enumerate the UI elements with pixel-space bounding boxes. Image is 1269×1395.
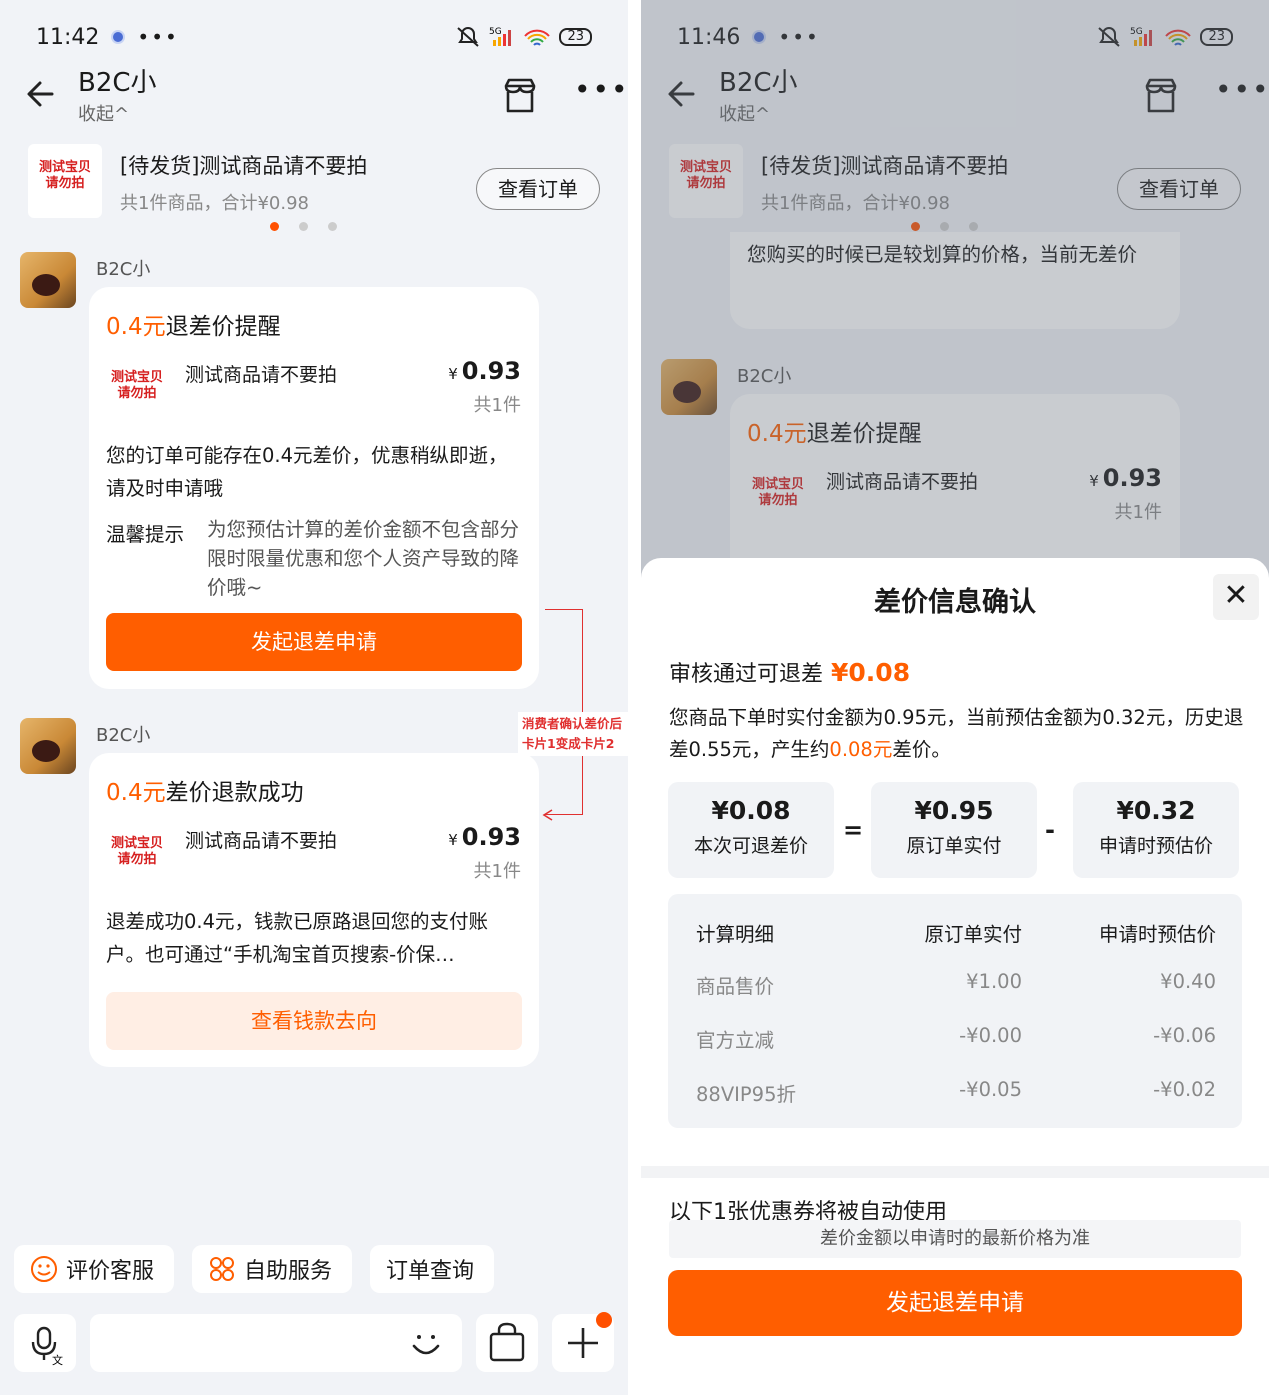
mute-icon — [457, 27, 480, 47]
refund-description: 您商品下单时实付金额为0.95元，当前预估金额为0.32元，历史退差0.55元，… — [669, 706, 1244, 761]
rate-service-button[interactable]: 评价客服 — [14, 1245, 174, 1293]
view-order-button[interactable]: 查看订单 — [476, 168, 600, 210]
product-name: 测试商品请不要拍 — [185, 830, 338, 852]
quick-label: 自助服务 — [244, 1259, 333, 1284]
product-price: ¥0.93 — [448, 823, 521, 851]
minus-sign: - — [1045, 816, 1055, 844]
smile-icon — [31, 1256, 57, 1282]
close-icon[interactable]: ✕ — [1213, 574, 1259, 620]
card-message: 退差成功0.4元，钱款已原路退回您的支付账户。也可通过“手机淘宝首页搜索-价保… — [106, 910, 489, 966]
svg-text:文: 文 — [52, 1353, 63, 1367]
price-hint: 差价金额以申请时的最新价格为准 — [669, 1220, 1241, 1258]
refund-reminder-card: 0.4元退差价提醒 测试宝贝 请勿拍 测试商品请不要拍 ¥0.93 共1件 您的… — [89, 287, 539, 689]
shopping-bag-icon — [489, 1322, 525, 1362]
sheet-title: 差价信息确认 — [874, 587, 1036, 618]
quick-label: 订单查询 — [386, 1259, 475, 1284]
svg-text:5G: 5G — [489, 27, 502, 37]
section-divider — [641, 1166, 1269, 1178]
tip-text: 为您预估计算的差价金额不包含部分限时限量优惠和您个人资产导致的降价哦~ — [207, 518, 520, 599]
card-title: 0.4元退差价提醒 — [106, 314, 281, 340]
status-bar: 11:42 ••• 5G 23 — [36, 22, 592, 52]
nav-bar: B2C小 收起^ ••• — [0, 60, 628, 130]
card-title: 0.4元差价退款成功 — [106, 780, 304, 806]
battery-icon: 23 — [559, 28, 592, 46]
approved-refund-heading: 审核通过可退差 ¥0.08 — [669, 658, 911, 687]
shop-button[interactable] — [476, 1314, 538, 1372]
product-thumbnail: 测试宝贝 请勿拍 — [110, 836, 163, 867]
back-arrow-icon[interactable] — [22, 74, 62, 114]
quick-label: 评价客服 — [66, 1259, 155, 1284]
table-row: 88VIP95折 -¥0.05 -¥0.02 — [696, 1078, 1216, 1106]
order-thumbnail: 测试宝贝 请勿拍 — [28, 144, 102, 218]
product-name: 测试商品请不要拍 — [185, 364, 338, 386]
store-icon[interactable] — [500, 76, 540, 116]
table-header: 计算明细 原订单实付 申请时预估价 — [696, 923, 1216, 946]
product-count: 共1件 — [473, 861, 521, 882]
wifi-icon — [524, 29, 551, 46]
avatar[interactable] — [20, 252, 76, 308]
arrow-head-icon — [542, 809, 553, 821]
self-service-button[interactable]: 自助服务 — [192, 1245, 352, 1293]
annotation-note: 消费者确认差价后卡片1变成卡片2 — [518, 712, 638, 756]
refundable-amount-box: ¥0.08 本次可退差价 — [668, 782, 834, 878]
avatar[interactable] — [20, 718, 76, 774]
collapse-toggle[interactable]: 收起^ — [78, 100, 129, 126]
product-price: ¥0.93 — [448, 357, 521, 385]
carousel-dots — [270, 222, 337, 231]
left-screen: 11:42 ••• 5G 23 B2C小 收起^ ••• 测试宝贝 请勿拍 [待… — [0, 0, 628, 1395]
refund-success-card: 0.4元差价退款成功 测试宝贝 请勿拍 测试商品请不要拍 ¥0.93 共1件 退… — [89, 753, 539, 1067]
order-title: [待发货]测试商品请不要拍 — [120, 154, 368, 178]
calculation-table: 计算明细 原订单实付 申请时预估价 商品售价 ¥1.00 ¥0.40 官方立减 -¥0.0… — [668, 894, 1242, 1128]
grid-icon — [210, 1257, 234, 1281]
emoji-icon[interactable] — [406, 1324, 446, 1364]
chat-title: B2C小 — [78, 68, 157, 98]
apply-refund-button[interactable]: 发起退差申请 — [106, 613, 522, 671]
product-thumbnail: 测试宝贝 请勿拍 — [110, 370, 163, 401]
more-dots-icon: ••• — [137, 25, 179, 49]
signal-icon: 5G — [489, 27, 512, 46]
price-diff-confirm-sheet: 差价信息确认 ✕ 审核通过可退差 ¥0.08 您商品下单时实付金额为0.95元，当… — [641, 558, 1269, 1395]
order-query-button[interactable]: 订单查询 — [370, 1245, 494, 1293]
table-row: 官方立减 -¥0.00 -¥0.06 — [696, 1024, 1216, 1052]
equals-sign: = — [843, 816, 864, 844]
view-money-flow-button[interactable]: 查看钱款去向 — [106, 992, 522, 1050]
table-row: 商品售价 ¥1.00 ¥0.40 — [696, 970, 1216, 998]
right-screen: 11:46 ••• 5G 23 B2C小 收起^ ••• 测试宝贝 请勿拍 [待… — [641, 0, 1269, 1395]
card-message: 您的订单可能存在0.4元差价，优惠稍纵即逝，请及时申请哦 — [106, 444, 508, 500]
status-time: 11:42 — [36, 24, 100, 50]
original-paid-box: ¥0.95 原订单实付 — [871, 782, 1037, 878]
order-summary: 共1件商品，合计¥0.98 — [120, 193, 309, 214]
voice-button[interactable]: 文 — [14, 1314, 76, 1372]
microphone-icon: 文 — [31, 1326, 63, 1367]
tip-label: 温馨提示 — [106, 523, 185, 546]
notification-dot — [596, 1312, 612, 1328]
order-card: 测试宝贝 请勿拍 [待发货]测试商品请不要拍 共1件商品，合计¥0.98 查看订… — [28, 142, 600, 222]
sender-name: B2C小 — [96, 259, 151, 280]
add-button[interactable] — [552, 1312, 614, 1372]
estimated-price-box: ¥0.32 申请时预估价 — [1073, 782, 1239, 878]
product-count: 共1件 — [473, 395, 521, 416]
more-menu-icon[interactable]: ••• — [574, 76, 628, 104]
submit-refund-button[interactable]: 发起退差申请 — [668, 1270, 1242, 1336]
location-icon — [113, 32, 124, 42]
sender-name: B2C小 — [96, 725, 151, 746]
message-input[interactable] — [90, 1314, 462, 1372]
